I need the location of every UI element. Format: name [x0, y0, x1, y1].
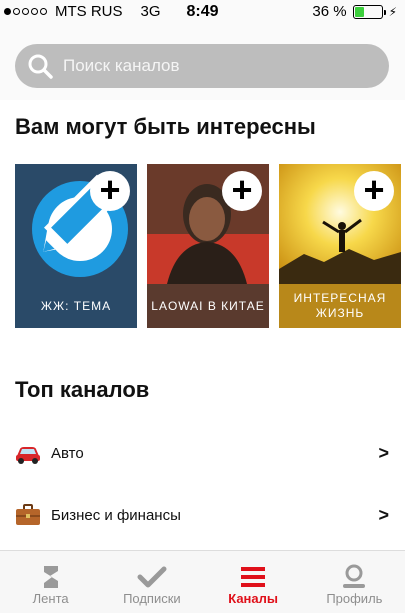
- check-icon: [137, 566, 167, 588]
- tab-channels[interactable]: Каналы: [203, 551, 304, 613]
- channels-icon: [241, 567, 266, 587]
- subscribe-button[interactable]: +: [90, 171, 130, 211]
- tab-label: Каналы: [228, 591, 278, 606]
- profile-icon: [343, 564, 366, 588]
- subscribe-button[interactable]: +: [354, 171, 394, 211]
- channel-card-interesnaya-zhizn[interactable]: + ИНТЕРЕСНАЯ ЖИЗНЬ: [279, 164, 401, 328]
- chevron-right-icon: >: [378, 504, 389, 525]
- tab-bar: Лента Подписки Каналы Профиль: [0, 550, 405, 613]
- channel-card-label: ЖЖ: ТЕМА: [15, 284, 137, 328]
- charging-icon: ⚡: [388, 4, 397, 19]
- category-label: Авто: [51, 444, 84, 462]
- tab-label: Профиль: [326, 591, 383, 606]
- search-input[interactable]: Поиск каналов: [15, 44, 389, 88]
- tab-label: Подписки: [123, 591, 181, 606]
- tab-subscriptions[interactable]: Подписки: [101, 551, 202, 613]
- battery-percent: 36 %: [312, 3, 347, 20]
- chevron-right-icon: >: [378, 442, 389, 463]
- category-row-business[interactable]: Бизнес и финансы >: [0, 490, 405, 540]
- tab-feed[interactable]: Лента: [0, 551, 101, 613]
- channel-card-zhzh-tema[interactable]: + ЖЖ: ТЕМА: [15, 164, 137, 328]
- top-channels-title: Топ каналов: [15, 377, 150, 402]
- recommend-title: Вам могут быть интересны: [15, 114, 316, 139]
- search-icon: [28, 54, 53, 79]
- channel-card-label: LAOWAI В КИТАЕ: [147, 284, 269, 328]
- search-placeholder: Поиск каналов: [63, 56, 180, 75]
- channel-card-label: ИНТЕРЕСНАЯ ЖИЗНЬ: [279, 284, 401, 328]
- tab-label: Лента: [32, 591, 69, 606]
- channel-card-laowai[interactable]: + LAOWAI В КИТАЕ: [147, 164, 269, 328]
- tab-profile[interactable]: Профиль: [304, 551, 405, 613]
- car-icon: [16, 447, 40, 464]
- subscribe-button[interactable]: +: [222, 171, 262, 211]
- status-bar: MTS RUS 3G 8:49 36 % ⚡: [0, 0, 405, 24]
- category-label: Бизнес и финансы: [51, 506, 181, 524]
- briefcase-icon: [16, 504, 40, 525]
- category-row-auto[interactable]: Авто >: [0, 428, 405, 478]
- feed-icon: [43, 566, 58, 588]
- battery-icon: [352, 4, 386, 19]
